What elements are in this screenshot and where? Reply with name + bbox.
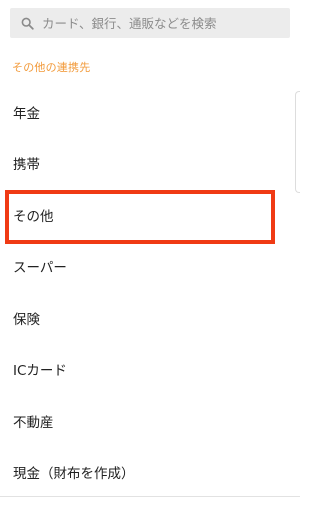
list-item-label: 不動産 (13, 414, 54, 431)
category-list: 年金 携帯 その他 スーパー 保険 ICカード 不動産 現金（財布を作成） (0, 86, 300, 498)
list-item-label: その他 (13, 208, 54, 225)
list-item-real-estate[interactable]: 不動産 (0, 395, 300, 447)
list-item-mobile[interactable]: 携帯 (0, 138, 300, 190)
list-item-ic-card[interactable]: ICカード (0, 344, 300, 396)
list-item-label: スーパー (13, 260, 67, 277)
list-item-label: 保険 (13, 311, 40, 328)
search-bar[interactable] (10, 8, 290, 38)
list-item-label: 現金（財布を作成） (13, 466, 135, 483)
list-item-supermarket[interactable]: スーパー (0, 241, 300, 293)
screen: その他の連携先 年金 携帯 その他 スーパー 保険 ICカード 不動産 現金（財… (0, 0, 300, 511)
search-icon (12, 8, 42, 38)
section-header: その他の連携先 (12, 61, 91, 74)
list-item-insurance[interactable]: 保険 (0, 292, 300, 344)
list-item-label: 年金 (13, 105, 40, 122)
scroll-indicator[interactable] (295, 91, 300, 193)
divider (0, 496, 300, 497)
list-item-label: ICカード (13, 363, 67, 380)
list-item-label: 携帯 (13, 157, 40, 174)
list-item-cash[interactable]: 現金（財布を作成） (0, 447, 300, 499)
list-item-pension[interactable]: 年金 (0, 86, 300, 138)
list-item-other[interactable]: その他 (0, 189, 300, 244)
search-input[interactable] (42, 15, 282, 31)
